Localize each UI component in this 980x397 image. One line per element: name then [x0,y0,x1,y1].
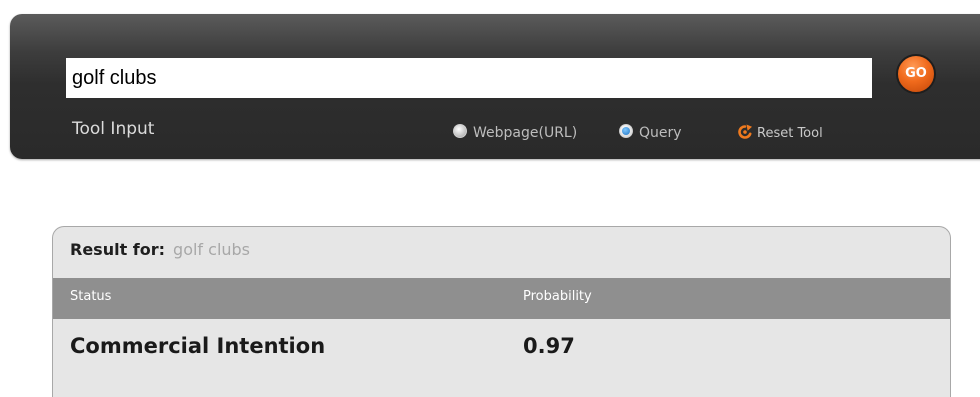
table-header-row: Status Probability [53,278,950,319]
result-panel: Result for: golf clubs Status Probability… [52,226,951,397]
result-header: Result for: golf clubs [70,240,250,259]
webpage-url-option[interactable]: Webpage(URL) [453,124,577,146]
result-for-label: Result for: [70,240,166,259]
tool-input-panel: GO Tool Input Webpage(URL) Query Reset T… [10,14,980,159]
reset-tool-button[interactable]: Reset Tool [737,124,823,146]
probability-cell: 0.97 [523,334,575,358]
tool-input-label: Tool Input [72,119,155,139]
webpage-radio-icon[interactable] [453,124,467,138]
result-query-text: golf clubs [173,240,251,259]
status-column-header: Status [70,289,112,304]
reset-icon [738,124,752,139]
table-row: Commercial Intention 0.97 [53,319,950,379]
query-radio-icon[interactable] [619,124,633,138]
query-option[interactable]: Query [619,124,682,146]
probability-column-header: Probability [523,289,592,304]
status-cell: Commercial Intention [70,334,326,358]
go-button[interactable]: GO [896,54,936,94]
webpage-option-label: Webpage(URL) [473,125,578,141]
search-input[interactable] [66,58,872,98]
reset-tool-label: Reset Tool [757,126,823,141]
query-option-label: Query [639,125,682,141]
